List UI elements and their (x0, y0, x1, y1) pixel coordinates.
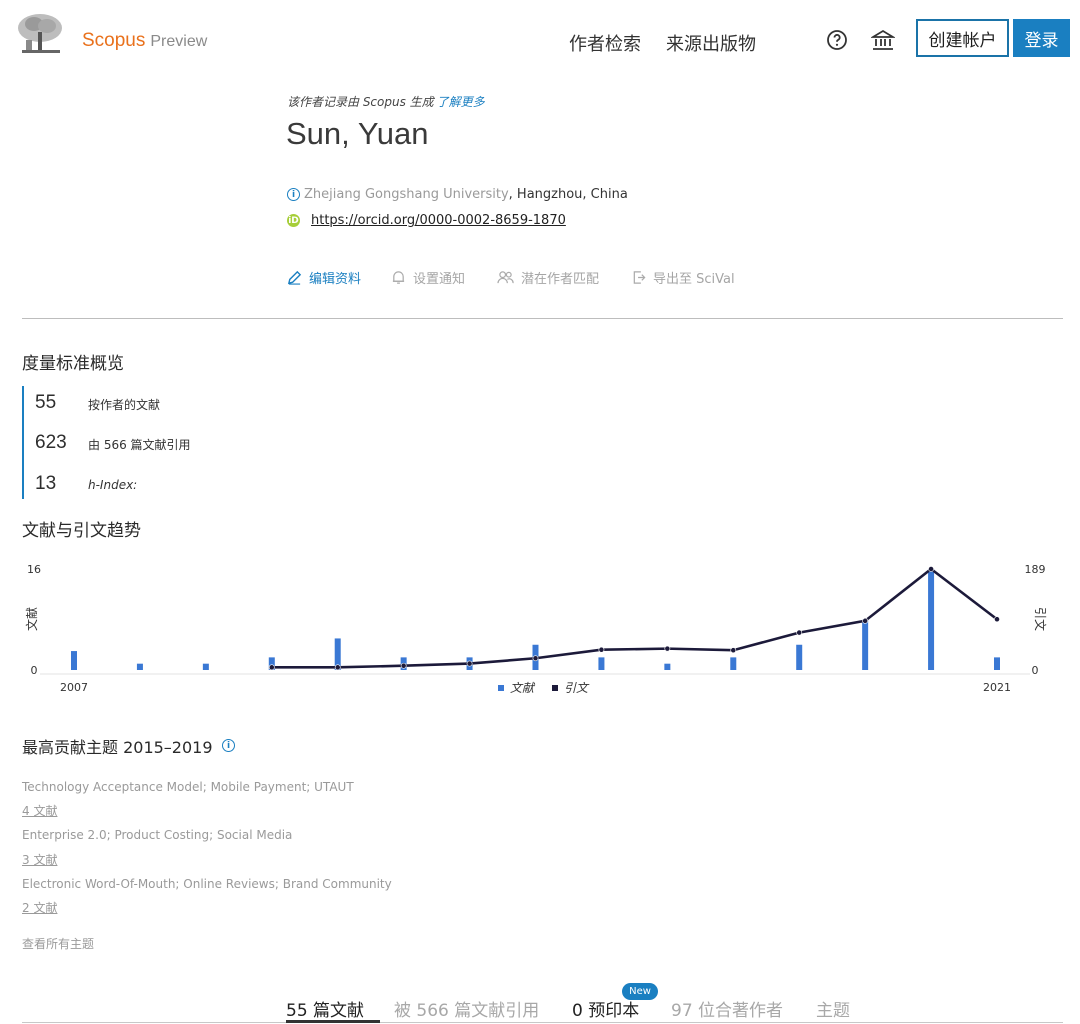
generated-note: 该作者记录由 Scopus 生成 了解更多 (287, 93, 485, 110)
nav-author-search[interactable]: 作者检索 (569, 30, 641, 56)
citation-point (334, 664, 341, 671)
generated-note-text: 该作者记录由 Scopus 生成 (287, 95, 434, 109)
create-account-button[interactable]: 创建帐户 (916, 19, 1009, 57)
document-bar (136, 663, 143, 670)
topic-count[interactable]: 4 文献 (22, 802, 57, 819)
citation-point (532, 655, 539, 662)
login-button[interactable]: 登录 (1013, 19, 1070, 57)
topic-count[interactable]: 2 文献 (22, 899, 57, 916)
affiliation-link[interactable]: Zhejiang Gongshang University (304, 187, 509, 202)
h-index-label: h-Index: (88, 478, 138, 492)
citation-point (268, 664, 275, 671)
tab-documents[interactable]: 55 篇文献 (286, 996, 364, 1021)
pencil-icon (287, 270, 302, 285)
set-alert-button[interactable]: 设置通知 (391, 268, 465, 287)
bell-icon (392, 271, 405, 284)
scopus-brand[interactable]: Scopus Preview (82, 30, 207, 52)
legend-documents-label: 文献 (510, 681, 536, 695)
left-axis-max-label: 16 (27, 563, 41, 576)
document-bar (71, 651, 77, 670)
export-icon (633, 271, 646, 284)
document-bar (730, 657, 737, 670)
section-divider (22, 318, 1063, 319)
documents-count[interactable]: 55 (35, 392, 56, 414)
author-name: Sun, Yuan (286, 116, 429, 151)
help-icon[interactable] (825, 28, 849, 52)
topics-info-icon[interactable]: i (222, 739, 235, 752)
view-all-topics-link[interactable]: 查看所有主题 (22, 935, 94, 952)
citation-point (862, 617, 869, 624)
citation-point (664, 645, 671, 652)
citation-point (400, 662, 407, 669)
brand-suffix: Preview (150, 33, 208, 50)
topics-title-text: 最高贡献主题 2015–2019 (22, 738, 213, 757)
document-bar (598, 657, 605, 670)
elsevier-logo[interactable] (14, 12, 66, 56)
tabs-baseline (22, 1022, 1063, 1023)
citation-point (466, 660, 473, 667)
topic-name[interactable]: Enterprise 2.0; Product Costing; Social … (22, 828, 292, 842)
document-bar (664, 663, 671, 670)
legend-documents-swatch (498, 685, 504, 691)
citations-line (271, 567, 998, 669)
new-badge: New (622, 983, 658, 1000)
document-bar (994, 657, 1000, 670)
x-axis-end-label: 2021 (983, 681, 1011, 694)
edit-profile-button[interactable]: 编辑资料 (287, 268, 361, 287)
citation-point (598, 646, 605, 653)
right-axis-min-label: 0 (1032, 664, 1039, 677)
legend-citations-label: 引文 (564, 681, 590, 695)
trends-chart: 16018902007 2021文献 引文文献 引文 (24, 563, 1048, 695)
citation-point (928, 566, 934, 572)
citations-count[interactable]: 623 (35, 432, 67, 454)
orcid-row: iD https://orcid.org/0000-0002-8659-1870 (287, 213, 566, 228)
nav-sources[interactable]: 来源出版物 (666, 30, 756, 56)
metrics-title: 度量标准概览 (22, 354, 124, 374)
documents-label: 按作者的文献 (88, 398, 161, 412)
citation-point (994, 616, 1000, 623)
affiliation-location: , Hangzhou, China (508, 187, 628, 202)
citation-point (730, 647, 737, 654)
document-bar (928, 569, 935, 670)
document-bar (202, 663, 209, 670)
export-scival-label: 导出至 SciVal (653, 272, 735, 287)
right-axis-max-label: 189 (1025, 563, 1046, 576)
orcid-icon: iD (287, 214, 300, 227)
topic-name[interactable]: Technology Acceptance Model; Mobile Paym… (22, 780, 354, 794)
topic-name[interactable]: Electronic Word-Of-Mouth; Online Reviews… (22, 877, 392, 891)
orcid-link[interactable]: https://orcid.org/0000-0002-8659-1870 (311, 213, 566, 228)
tab-cited-by[interactable]: 被 566 篇文献引用 (394, 996, 539, 1021)
topic-count[interactable]: 3 文献 (22, 851, 57, 868)
institution-icon[interactable] (871, 28, 895, 52)
export-scival-button[interactable]: 导出至 SciVal (632, 268, 735, 287)
document-bar (862, 619, 869, 670)
document-bar (796, 644, 803, 670)
h-index-value[interactable]: 13 (35, 473, 56, 495)
learn-more-link[interactable]: 了解更多 (437, 95, 485, 109)
brand-name: Scopus (82, 30, 146, 51)
potential-author-match-button[interactable]: 潜在作者匹配 (497, 268, 599, 287)
people-icon (497, 271, 514, 284)
topics-title: 最高贡献主题 2015–2019 (22, 734, 213, 758)
citation-point (796, 629, 803, 636)
citations-label: 由 566 篇文献引用 (88, 438, 191, 452)
left-axis-title: 文献 (24, 607, 39, 631)
legend-citations-swatch (552, 685, 558, 691)
set-alert-label: 设置通知 (413, 272, 466, 287)
edit-profile-label: 编辑资料 (309, 272, 362, 287)
x-axis-start-label: 2007 (60, 681, 88, 694)
active-tab-indicator (286, 1020, 380, 1023)
potential-author-match-label: 潜在作者匹配 (521, 272, 600, 287)
trends-title: 文献与引文趋势 (22, 521, 141, 541)
info-icon[interactable]: i (287, 188, 300, 201)
tab-topics[interactable]: 主题 (816, 996, 850, 1021)
tab-coauthors[interactable]: 97 位合著作者 (671, 996, 783, 1021)
metrics-accent-bar (22, 386, 24, 499)
right-axis-title: 引文 (1033, 607, 1048, 631)
left-axis-min-label: 0 (31, 664, 38, 677)
affiliation: i Zhejiang Gongshang University, Hangzho… (287, 187, 628, 202)
